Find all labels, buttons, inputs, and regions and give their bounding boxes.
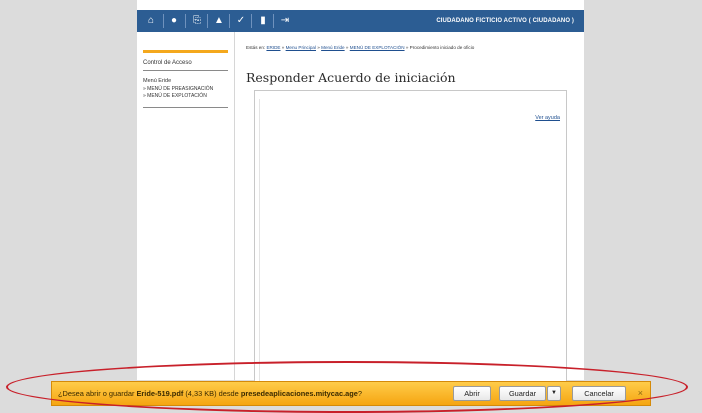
help-link[interactable]: Ver ayuda [535, 115, 560, 121]
sidebar: Control de Acceso Menú Eride » MENÚ DE P… [137, 32, 235, 380]
toolbar-separator [163, 14, 164, 28]
breadcrumb-link-menu-eride[interactable]: Menú Eride [321, 45, 345, 50]
toolbar-separator [251, 14, 252, 28]
breadcrumb-link-menu-principal[interactable]: Menu Principal [286, 45, 316, 50]
download-text-after: ? [357, 389, 363, 398]
sidebar-divider [143, 107, 228, 108]
breadcrumb-prefix: Estás en: [246, 45, 266, 50]
toolbar-separator [207, 14, 208, 28]
breadcrumb-link-menu-explotacion[interactable]: MENÚ DE EXPLOTACIÓN [350, 45, 405, 50]
sidebar-accent-bar [143, 50, 228, 53]
breadcrumb: Estás en: ERIDE » Menu Principal » Menú … [246, 45, 474, 50]
download-source: presedeaplicaciones.mitycac.age [240, 389, 358, 398]
chevron-down-icon: ▼ [551, 390, 557, 396]
content-frame-inner [259, 99, 563, 381]
warning-icon[interactable]: ▲ [210, 10, 228, 32]
edit-icon[interactable]: ✓ [232, 10, 250, 32]
breadcrumb-separator: » [405, 45, 409, 50]
open-button[interactable]: Abrir [453, 386, 491, 401]
breadcrumb-separator: » [281, 45, 285, 50]
toolbar-separator [229, 14, 230, 28]
breadcrumb-separator: » [345, 45, 349, 50]
download-filename: Eride-519.pdf [136, 389, 184, 398]
document-icon[interactable]: ▮ [254, 10, 272, 32]
sidebar-item-explotacion[interactable]: » MENÚ DE EXPLOTACIÓN [143, 93, 207, 99]
cancel-button[interactable]: Cancelar [572, 386, 626, 401]
save-dropdown-button[interactable]: ▼ [547, 386, 561, 401]
save-button[interactable]: Guardar [499, 386, 546, 401]
home-icon[interactable]: ⌂ [142, 10, 160, 32]
breadcrumb-separator: » [317, 45, 320, 50]
logout-icon[interactable]: ⇥ [276, 10, 294, 32]
download-notification-bar: ¿Desea abrir o guardar Eride-519.pdf (4,… [51, 381, 651, 406]
sidebar-menu-head[interactable]: Menú Eride [143, 78, 171, 84]
web-page: ⌂ ● ⎘ ▲ ✓ ▮ ⇥ CIUDADANO FICTICIO ACTIVO … [137, 0, 584, 381]
download-size: (4,33 KB) desde [183, 389, 241, 398]
breadcrumb-current: Procedimiento iniciado de oficio [409, 45, 475, 50]
sidebar-item-preasignacion[interactable]: » MENÚ DE PREASIGNACIÓN [143, 86, 213, 92]
info-icon[interactable]: ● [165, 10, 183, 32]
top-toolbar: ⌂ ● ⎘ ▲ ✓ ▮ ⇥ CIUDADANO FICTICIO ACTIVO … [137, 10, 584, 32]
breadcrumb-link-eride[interactable]: ERIDE [266, 45, 280, 50]
toolbar-separator [185, 14, 186, 28]
page-title: Responder Acuerdo de iniciación [246, 70, 456, 85]
content-frame: Ver ayuda [254, 90, 567, 381]
close-icon[interactable]: × [638, 382, 643, 405]
download-message: ¿Desea abrir o guardar Eride-519.pdf (4,… [58, 382, 362, 405]
sidebar-title[interactable]: Control de Acceso [143, 60, 192, 66]
user-label: CIUDADANO FICTICIO ACTIVO ( CIUDADANO ) [436, 18, 574, 24]
toolbar-separator [273, 14, 274, 28]
print-icon[interactable]: ⎘ [188, 10, 206, 32]
download-text-before: ¿Desea abrir o guardar [58, 389, 137, 398]
main-content: Estás en: ERIDE » Menu Principal » Menú … [241, 32, 577, 381]
sidebar-divider [143, 70, 228, 71]
